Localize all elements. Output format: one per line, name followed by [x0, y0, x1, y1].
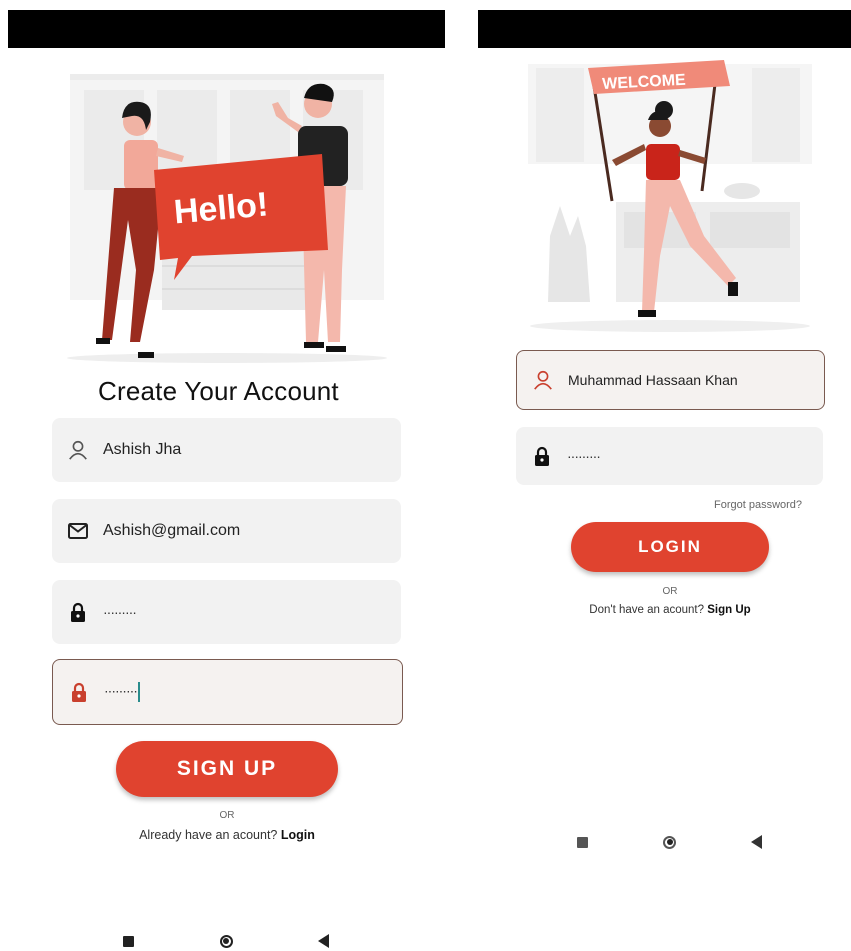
forgot-password-link[interactable]: Forgot password?: [714, 499, 802, 511]
login-password-value: ·········: [567, 448, 601, 464]
back-nav-icon[interactable]: [318, 934, 329, 948]
name-value: Ashish Jha: [103, 441, 182, 458]
username-value: Muhammad Hassaan Khan: [568, 372, 738, 388]
login-button[interactable]: LOGIN: [571, 522, 769, 572]
mail-icon: [66, 519, 90, 543]
welcome-illustration: WELCOME: [528, 60, 812, 332]
login-prompt: Already have an acount? Login: [60, 828, 394, 842]
square-nav-icon[interactable]: [577, 836, 588, 848]
lock-icon: [67, 680, 91, 704]
signup-button[interactable]: SIGN UP: [116, 741, 338, 797]
login-screen: WELCOME Muhammad Hassaan Khan ········· …: [470, 0, 851, 951]
or-divider: OR: [219, 810, 235, 821]
signup-screen: Hello! Create Your Account Ashish Jha As…: [0, 0, 460, 951]
lock-icon: [530, 444, 554, 468]
page-title: Create Your Account: [98, 376, 339, 406]
confirm-password-value: ·········: [104, 682, 140, 702]
lock-icon: [66, 600, 90, 624]
nav-bar-left: [123, 934, 329, 948]
person-icon: [66, 438, 90, 462]
password-field[interactable]: ·········: [52, 580, 401, 644]
email-field[interactable]: Ashish@gmail.com: [52, 499, 401, 563]
signup-link[interactable]: Sign Up: [707, 604, 750, 616]
person-icon: [531, 368, 555, 392]
confirm-password-field[interactable]: ·········: [52, 659, 403, 725]
login-password-field[interactable]: ·········: [516, 427, 823, 485]
back-nav-icon[interactable]: [751, 835, 762, 849]
login-prompt-text: Already have an acount?: [139, 828, 278, 842]
login-link[interactable]: Login: [281, 828, 315, 842]
square-nav-icon[interactable]: [123, 935, 134, 947]
nav-bar-right: [577, 835, 762, 849]
name-field[interactable]: Ashish Jha: [52, 418, 401, 482]
hello-illustration: Hello!: [67, 74, 387, 363]
signup-prompt-text: Don't have an acount?: [589, 604, 705, 616]
password-value: ·········: [103, 604, 137, 620]
username-field[interactable]: Muhammad Hassaan Khan: [516, 350, 825, 410]
home-nav-icon[interactable]: [219, 934, 233, 948]
email-value: Ashish@gmail.com: [103, 522, 241, 539]
text-caret: [137, 682, 140, 702]
home-nav-icon[interactable]: [663, 835, 676, 849]
or-divider: OR: [662, 586, 678, 597]
signup-prompt: Don't have an acount? Sign Up: [530, 604, 810, 616]
